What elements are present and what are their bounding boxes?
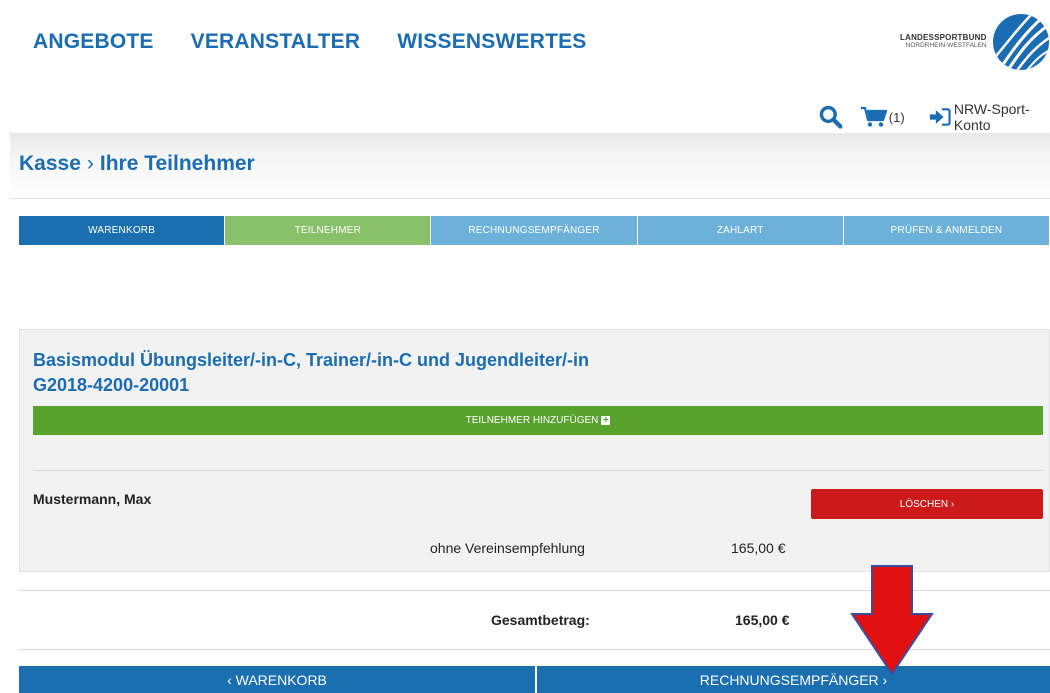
cart-link[interactable]: (1) bbox=[860, 106, 905, 128]
logo-line-2: NORDRHEIN-WESTFALEN bbox=[905, 42, 987, 50]
logo-line-1: LANDESSPORTBUND bbox=[900, 33, 987, 43]
participant-name: Mustermann, Max bbox=[33, 491, 152, 507]
account-label: NRW-Sport-Konto bbox=[953, 101, 1030, 133]
nav-wissenswertes[interactable]: WISSENSWERTES bbox=[397, 30, 586, 54]
red-down-arrow-icon bbox=[850, 565, 934, 676]
total-label: Gesamtbetrag: bbox=[491, 612, 590, 628]
nav-veranstalter[interactable]: VERANSTALTER bbox=[191, 30, 361, 54]
step-rechnungsempfaenger: RECHNUNGSEMPFÄNGER bbox=[431, 216, 638, 245]
total-value: 165,00 € bbox=[735, 612, 790, 628]
account-link[interactable]: NRW-Sport-Konto bbox=[929, 101, 1050, 133]
checkout-steps: WARENKORB TEILNEHMER RECHNUNGSEMPFÄNGER … bbox=[19, 216, 1050, 245]
step-warenkorb[interactable]: WARENKORB bbox=[19, 216, 226, 245]
membership-option-label: ohne Vereinsempfehlung bbox=[430, 540, 585, 556]
logo-emblem-icon bbox=[992, 14, 1049, 70]
utility-bar: (1) NRW-Sport-Konto bbox=[818, 101, 1050, 133]
step-pruefen-anmelden: PRÜFEN & ANMELDEN bbox=[843, 216, 1050, 245]
course-title: Basismodul Übungsleiter/-in-C, Trainer/-… bbox=[33, 350, 590, 370]
breadcrumb-parent[interactable]: Kasse bbox=[19, 152, 81, 176]
search-icon[interactable] bbox=[818, 103, 844, 131]
breadcrumb-current: Ihre Teilnehmer bbox=[99, 152, 255, 175]
option-price: 165,00 € bbox=[731, 540, 786, 556]
course-title-block: Basismodul Übungsleiter/-in-C, Trainer/-… bbox=[33, 348, 733, 398]
cart-icon bbox=[860, 106, 887, 127]
add-participant-button[interactable]: TEILNEHMER HINZUFÜGEN + bbox=[33, 406, 1043, 435]
back-to-cart-button[interactable]: ‹ WARENKORB bbox=[19, 666, 537, 693]
delete-participant-button[interactable]: LÖSCHEN › bbox=[811, 489, 1043, 519]
logo-text: LANDESSPORTBUND NORDRHEIN-WESTFALEN bbox=[900, 34, 987, 50]
cart-count: (1) bbox=[888, 109, 905, 125]
sign-in-icon bbox=[929, 108, 951, 126]
next-invoice-recipient-button[interactable]: RECHNUNGSEMPFÄNGER › bbox=[537, 666, 1050, 693]
page-title: Kasse › Ihre Teilnehmer bbox=[19, 152, 255, 176]
nav-angebote[interactable]: ANGEBOTE bbox=[33, 30, 154, 54]
step-zahlart: ZAHLART bbox=[637, 216, 844, 245]
main-navigation: ANGEBOTE VERANSTALTER WISSENSWERTES bbox=[33, 30, 587, 54]
divider bbox=[33, 470, 1043, 471]
breadcrumb-separator: › bbox=[86, 152, 94, 175]
course-code: G2018-4200-20001 bbox=[33, 375, 190, 395]
logo[interactable]: LANDESSPORTBUND NORDRHEIN-WESTFALEN bbox=[900, 8, 1050, 76]
add-participant-label: TEILNEHMER HINZUFÜGEN bbox=[465, 415, 599, 426]
plus-square-icon: + bbox=[601, 415, 611, 426]
step-teilnehmer: TEILNEHMER bbox=[225, 216, 432, 245]
